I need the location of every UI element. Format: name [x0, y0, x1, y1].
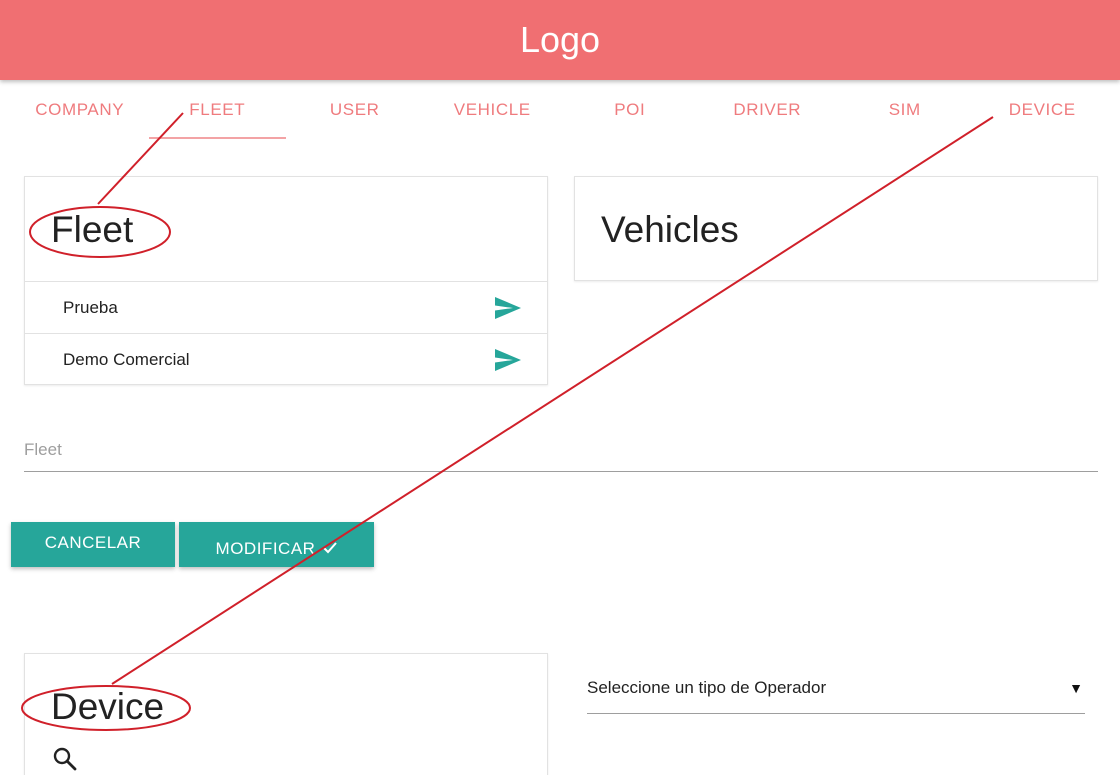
- vehicles-card-title: Vehicles: [601, 209, 739, 250]
- tab-driver[interactable]: DRIVER: [699, 80, 837, 140]
- tab-company[interactable]: COMPANY: [11, 80, 149, 140]
- list-item-label: Prueba: [63, 297, 118, 317]
- cancel-button[interactable]: CANCELAR: [11, 522, 175, 567]
- send-icon[interactable]: [493, 347, 523, 373]
- operator-type-select[interactable]: Seleccione un tipo de Operador ▼: [587, 663, 1085, 714]
- device-card-title: Device: [51, 686, 165, 727]
- app-header: Logo: [0, 0, 1120, 80]
- check-icon: [323, 541, 338, 557]
- fleet-field: [24, 425, 1098, 472]
- tab-user[interactable]: USER: [286, 80, 424, 140]
- modify-button-label: MODIFICAR: [215, 539, 316, 558]
- fleet-input[interactable]: [24, 425, 1098, 471]
- tab-fleet[interactable]: FLEET: [148, 80, 287, 140]
- tab-bar: COMPANY FLEET USER VEHICLE POI DRIVER SI…: [11, 80, 1111, 140]
- fleet-list: Prueba Demo Comercial: [25, 281, 547, 385]
- list-item[interactable]: Demo Comercial: [25, 333, 547, 385]
- caret-down-icon: ▼: [1069, 680, 1083, 696]
- tab-device[interactable]: DEVICE: [974, 80, 1112, 140]
- list-item-label: Demo Comercial: [63, 349, 190, 369]
- fleet-card: Fleet Prueba Demo Comercial: [24, 176, 548, 385]
- vehicles-card: Vehicles: [574, 176, 1098, 281]
- modify-button[interactable]: MODIFICAR: [179, 522, 374, 567]
- tab-sim[interactable]: SIM: [836, 80, 974, 140]
- tab-vehicle[interactable]: VEHICLE: [424, 80, 562, 140]
- search-icon[interactable]: [52, 746, 78, 772]
- send-icon[interactable]: [493, 295, 523, 321]
- device-card: Device: [24, 653, 548, 775]
- logo: Logo: [519, 19, 601, 60]
- tab-poi[interactable]: POI: [561, 80, 699, 140]
- fleet-card-title: Fleet: [51, 209, 134, 250]
- operator-type-value: Seleccione un tipo de Operador: [587, 678, 827, 697]
- list-item[interactable]: Prueba: [25, 281, 547, 333]
